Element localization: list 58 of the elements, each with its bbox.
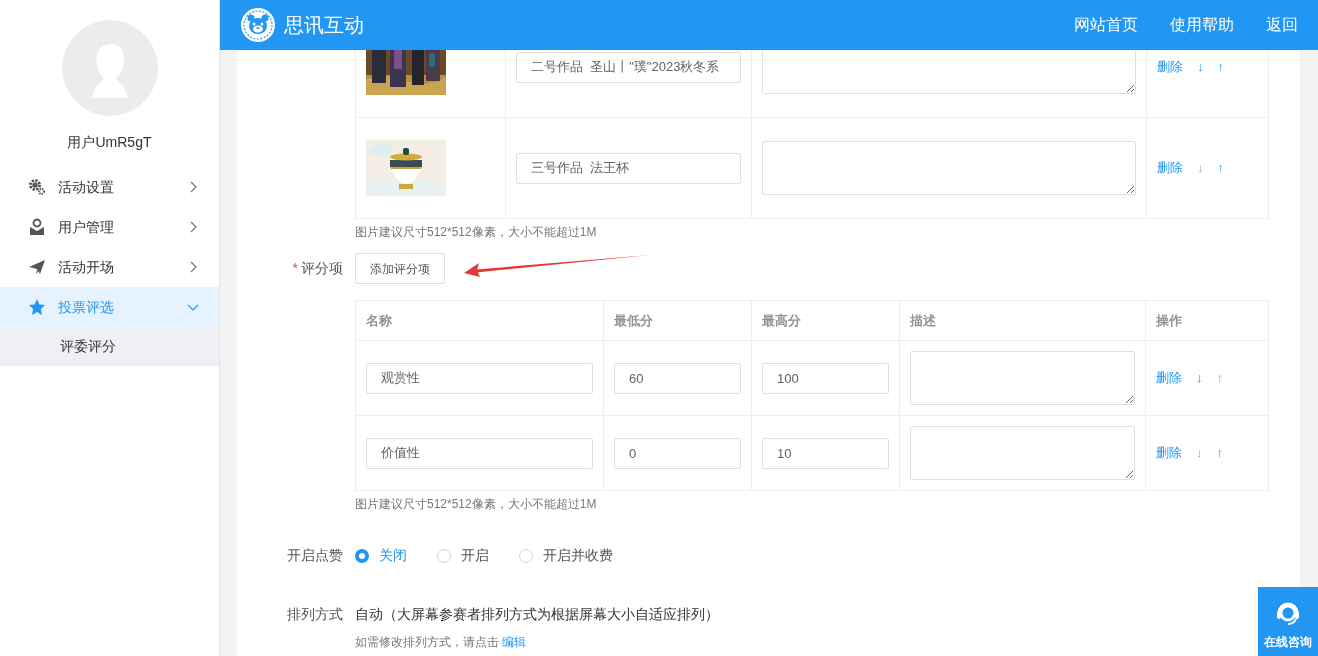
size-hint: 图片建议尺寸512*512像素，大小不能超过1M (355, 224, 597, 241)
nav-link[interactable]: 使用帮助 (1170, 13, 1234, 37)
move-down-link[interactable]: ↓ (1196, 368, 1203, 388)
column-header: 最低分 (603, 300, 752, 341)
field-label: 排列方式 (287, 606, 343, 622)
delete-link[interactable]: 删除 (1156, 443, 1182, 463)
description-field[interactable] (762, 50, 1136, 94)
column-header: 操作 (1145, 300, 1269, 341)
size-hint: 图片建议尺寸512*512像素，大小不能超过1M (355, 496, 597, 513)
nav-link[interactable]: 网站首页 (1074, 13, 1138, 37)
min-score-field[interactable]: 60 (614, 362, 741, 394)
sidebar-item[interactable]: 投票评选 (0, 287, 219, 327)
description-field[interactable] (910, 351, 1135, 405)
min-score-field[interactable]: 0 (614, 437, 741, 469)
radio-option[interactable]: 关闭 (355, 545, 407, 566)
sidebar-item[interactable]: 活动开场 (0, 247, 219, 287)
radio-option[interactable]: 开启 (437, 545, 489, 566)
paper-plane-icon (28, 258, 46, 276)
move-up-link[interactable]: ↑ (1217, 57, 1224, 77)
delete-link[interactable]: 删除 (1156, 368, 1182, 388)
field-label: 开启点赞 (287, 547, 343, 563)
move-down-link[interactable]: ↓ (1197, 158, 1204, 178)
column-header: 描述 (899, 300, 1146, 341)
gear-icon (28, 178, 46, 196)
edit-link[interactable]: 编辑 (502, 635, 527, 649)
sort-value: 自动（大屏幕参赛者排列方式为根据屏幕大小自适应排列） (355, 605, 719, 624)
nav-link[interactable]: 返回 (1266, 13, 1298, 37)
online-consult-button[interactable]: 在线咨询 (1258, 587, 1318, 656)
field-label: 评分项 (301, 260, 343, 276)
edit-note: 如需修改排列方式，请点击 编辑 (355, 634, 527, 651)
delete-link[interactable]: 删除 (1157, 158, 1183, 178)
name-field[interactable]: 观赏性 (366, 362, 593, 394)
name-field[interactable]: 价值性 (366, 437, 593, 469)
move-up-link[interactable]: ↑ (1217, 158, 1224, 178)
sidebar-item[interactable]: 用户管理 (0, 207, 219, 247)
sidebar-item[interactable]: 活动设置 (0, 167, 219, 207)
max-score-field[interactable]: 10 (762, 437, 889, 469)
description-field[interactable] (910, 426, 1135, 480)
title-field[interactable]: 三号作品 法王杯 (516, 152, 741, 184)
move-up-link[interactable]: ↑ (1216, 443, 1223, 463)
required-mark: * (292, 260, 298, 276)
radio-option[interactable]: 开启并收费 (519, 545, 613, 566)
add-score-item-button[interactable]: 添加评分项 (355, 253, 445, 284)
column-header: 最高分 (751, 300, 900, 341)
max-score-field[interactable]: 100 (762, 362, 889, 394)
column-header: 名称 (355, 300, 604, 341)
site-title: 思讯互动 (284, 13, 364, 38)
star-icon (28, 298, 46, 316)
title-field[interactable]: 二号作品 圣山丨"璞"2023秋冬系 (516, 51, 741, 83)
delete-link[interactable]: 删除 (1157, 57, 1183, 77)
move-down-link[interactable]: ↓ (1196, 443, 1203, 463)
user-name: 用户UmR5gT (66, 133, 153, 152)
description-field[interactable] (762, 141, 1136, 195)
sidebar-subitem[interactable]: 评委评分 (0, 327, 219, 366)
move-down-link[interactable]: ↓ (1197, 57, 1204, 77)
move-up-link[interactable]: ↑ (1216, 368, 1223, 388)
bear-logo-icon (240, 7, 276, 43)
user-mail-icon (28, 218, 46, 236)
